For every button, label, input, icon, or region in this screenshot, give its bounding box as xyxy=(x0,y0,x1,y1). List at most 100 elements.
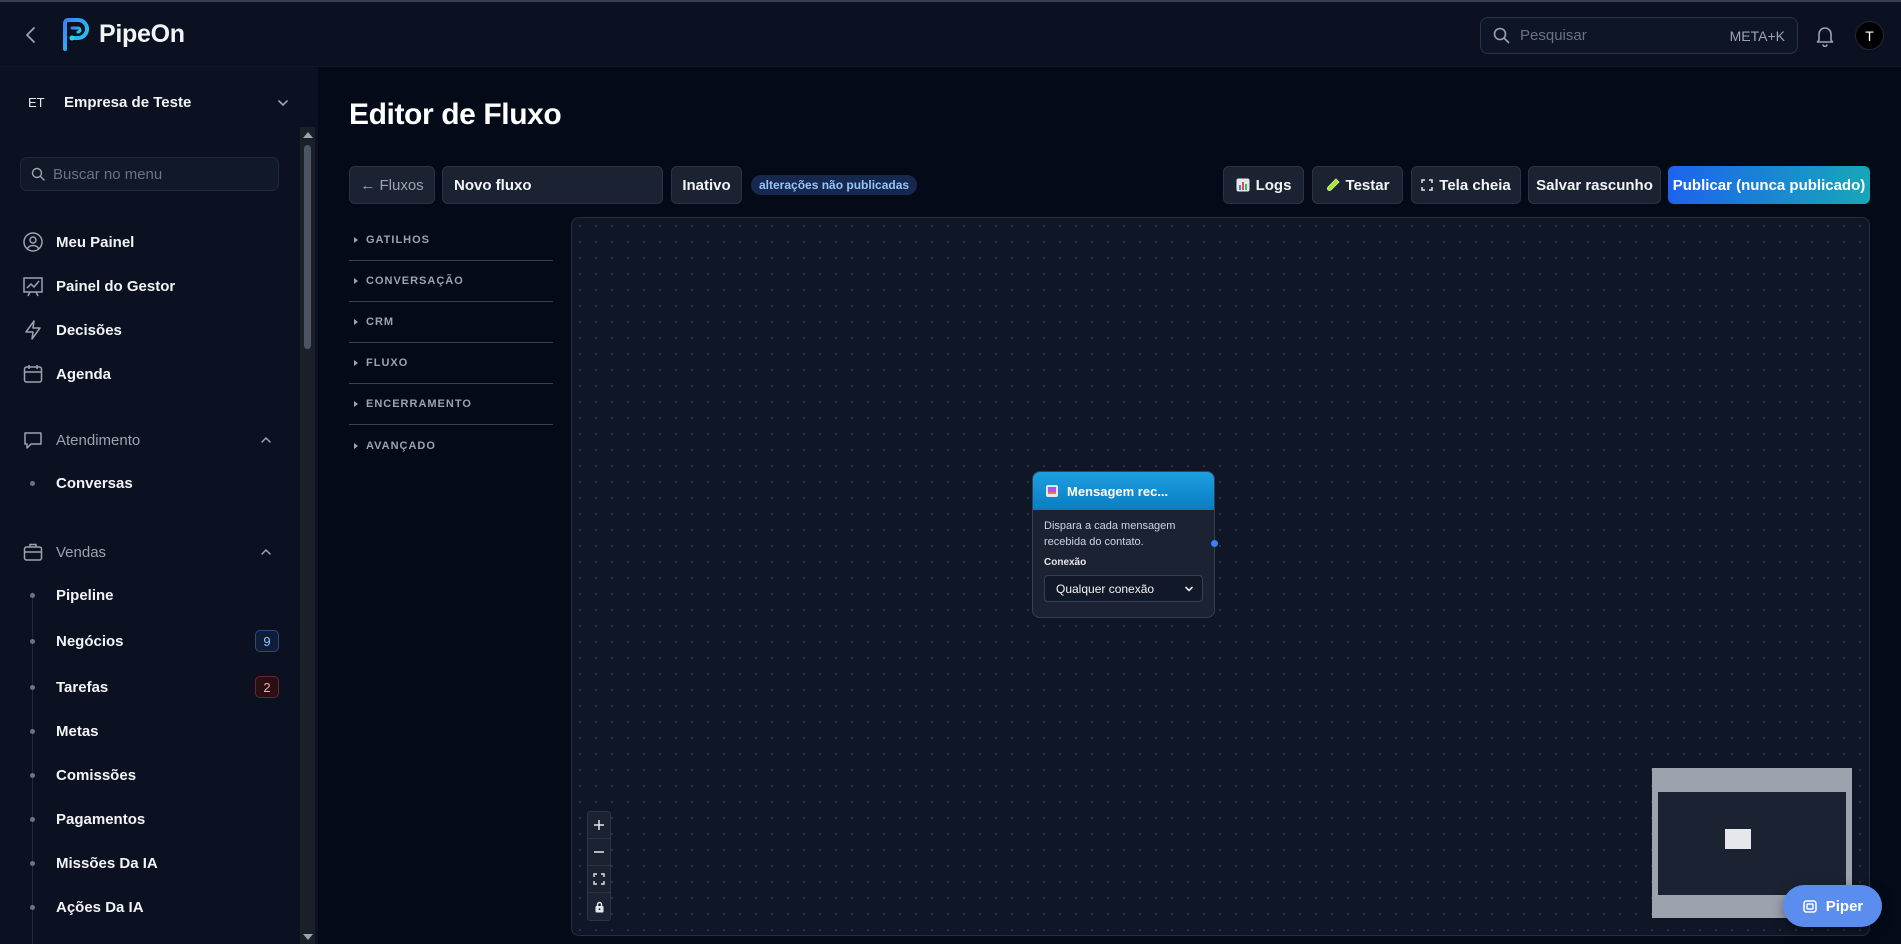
palette-category-encerramento[interactable]: ENCERRAMENTO xyxy=(349,384,553,425)
search-shortcut: META+K xyxy=(1729,27,1785,44)
palette-category-label: CONVERSAÇÃO xyxy=(366,275,464,287)
connection-select[interactable]: Qualquer conexão xyxy=(1044,575,1203,602)
section-label: Atendimento xyxy=(56,431,141,449)
minimap-node xyxy=(1725,829,1751,849)
node-header[interactable]: Mensagem rec... xyxy=(1033,472,1214,510)
flow-name-input[interactable]: Novo fluxo xyxy=(442,166,663,204)
sidebar-item-acoes-da-ia[interactable]: Ações Da IA xyxy=(22,899,280,916)
back-arrow-icon[interactable] xyxy=(22,26,40,44)
bullet-dot xyxy=(30,729,35,734)
sidebar-item-tarefas[interactable]: Tarefas 2 xyxy=(22,676,280,698)
user-avatar[interactable]: T xyxy=(1855,21,1884,50)
palette-category-label: FLUXO xyxy=(366,357,409,369)
sidebar-item-label: Comissões xyxy=(56,767,137,784)
logs-button[interactable]: Logs xyxy=(1223,166,1304,204)
sidebar-item-comissoes[interactable]: Comissões xyxy=(22,767,280,784)
zoom-in-icon[interactable] xyxy=(588,812,610,839)
palette-category-fluxo[interactable]: FLUXO xyxy=(349,343,553,384)
sidebar-scrollbar[interactable] xyxy=(300,127,315,944)
bullet-dot xyxy=(30,638,35,644)
status-toggle-button[interactable]: Inativo xyxy=(671,166,742,204)
bullet-dot xyxy=(30,817,35,822)
sidebar-item-pipeline[interactable]: Pipeline xyxy=(22,587,280,604)
top-bar: PipeOn Pesquisar META+K T xyxy=(0,0,1901,67)
palette-category-label: CRM xyxy=(366,316,395,328)
expand-triangle-icon xyxy=(354,237,358,243)
robot-icon xyxy=(1802,898,1818,914)
sidebar-item-painel-do-gestor[interactable]: Painel do Gestor xyxy=(22,275,280,297)
fullscreen-button[interactable]: Tela cheia xyxy=(1411,166,1521,204)
sidebar-item-negocios[interactable]: Negócios 9 xyxy=(22,630,280,652)
expand-triangle-icon xyxy=(354,278,358,284)
scroll-down-arrow[interactable] xyxy=(303,934,313,940)
bell-icon[interactable] xyxy=(1815,25,1835,47)
sidebar-item-label: Pipeline xyxy=(56,587,114,604)
bullet-dot xyxy=(30,861,35,866)
trigger-node[interactable]: Mensagem rec... Dispara a cada mensagem … xyxy=(1032,471,1218,618)
sidebar-item-label: Tarefas xyxy=(56,678,109,696)
sidebar-item-label: Decisões xyxy=(56,321,122,339)
node-title: Mensagem rec... xyxy=(1067,483,1169,499)
palette-category-gatilhos[interactable]: GATILHOS xyxy=(349,220,553,261)
bullet-dot xyxy=(30,481,35,486)
expand-triangle-icon xyxy=(354,442,358,449)
test-tube-icon xyxy=(1326,178,1340,192)
bar-chart-icon xyxy=(1236,178,1250,192)
scrollbar-thumb[interactable] xyxy=(304,145,311,349)
lightning-icon xyxy=(22,319,44,341)
search-placeholder: Pesquisar xyxy=(1520,27,1587,44)
sidebar-item-missoes-da-ia[interactable]: Missões Da IA xyxy=(22,855,280,872)
save-draft-button[interactable]: Salvar rascunho xyxy=(1528,166,1661,204)
palette-category-label: AVANÇADO xyxy=(366,439,436,452)
piper-label: Piper xyxy=(1825,897,1864,915)
zoom-out-icon[interactable] xyxy=(588,839,610,866)
sidebar-section-atendimento[interactable]: Atendimento xyxy=(22,429,280,451)
sidebar-item-label: Conversas xyxy=(56,475,133,492)
sidebar-section-vendas[interactable]: Vendas xyxy=(22,541,280,563)
lock-icon[interactable] xyxy=(588,893,610,920)
search-icon xyxy=(31,167,45,181)
sidebar-item-metas[interactable]: Metas xyxy=(22,723,280,740)
logs-label: Logs xyxy=(1255,176,1292,194)
chevron-down-icon xyxy=(1184,584,1194,594)
palette-category-crm[interactable]: CRM xyxy=(349,302,553,343)
sidebar-item-meu-painel[interactable]: Meu Painel xyxy=(22,231,280,253)
count-badge: 9 xyxy=(255,630,279,652)
test-button[interactable]: Testar xyxy=(1312,166,1403,204)
section-label: Vendas xyxy=(56,543,107,561)
sidebar-item-label: Metas xyxy=(56,723,99,740)
sidebar-item-decisoes[interactable]: Decisões xyxy=(22,319,280,341)
sidebar-item-pagamentos[interactable]: Pagamentos xyxy=(22,811,280,828)
expand-triangle-icon xyxy=(354,319,358,325)
sidebar-item-label: Negócios xyxy=(56,632,124,650)
menu-search-placeholder: Buscar no menu xyxy=(53,165,163,183)
company-switcher[interactable]: ET Empresa de Teste xyxy=(28,94,290,111)
node-palette: GATILHOS CONVERSAÇÃO CRM FLUXO ENCERRAME… xyxy=(349,220,553,466)
piper-assistant-button[interactable]: Piper xyxy=(1783,885,1882,927)
node-field-label: Conexão xyxy=(1044,557,1087,568)
palette-category-conversacao[interactable]: CONVERSAÇÃO xyxy=(349,261,553,302)
menu-search-input[interactable]: Buscar no menu xyxy=(20,157,279,191)
app-logo[interactable]: PipeOn xyxy=(61,17,185,51)
node-output-handle[interactable] xyxy=(1211,540,1218,547)
company-name: Empresa de Teste xyxy=(64,94,192,111)
palette-category-avancado[interactable]: AVANÇADO xyxy=(349,425,553,466)
app-name: PipeOn xyxy=(99,19,185,48)
pipeon-logo-icon xyxy=(63,18,89,51)
global-search-input[interactable]: Pesquisar META+K xyxy=(1480,17,1798,54)
fullscreen-label: Tela cheia xyxy=(1439,176,1511,194)
flow-canvas[interactable]: Mensagem rec... Dispara a cada mensagem … xyxy=(571,217,1870,936)
back-to-flows-button[interactable]: ← Fluxos xyxy=(349,166,435,204)
fit-view-icon[interactable] xyxy=(588,866,610,893)
palette-category-label: ENCERRAMENTO xyxy=(366,398,472,410)
bullet-dot xyxy=(30,773,35,778)
scroll-up-arrow[interactable] xyxy=(303,132,313,138)
publish-button[interactable]: Publicar (nunca publicado) xyxy=(1668,166,1870,204)
sidebar-item-label: Painel do Gestor xyxy=(56,277,176,295)
calendar-icon xyxy=(22,363,44,385)
sidebar-item-agenda[interactable]: Agenda xyxy=(22,363,280,385)
expand-triangle-icon xyxy=(354,360,358,366)
sidebar-item-conversas[interactable]: Conversas xyxy=(22,475,280,492)
bullet-dot xyxy=(30,684,35,690)
chevron-up-icon xyxy=(260,434,272,446)
